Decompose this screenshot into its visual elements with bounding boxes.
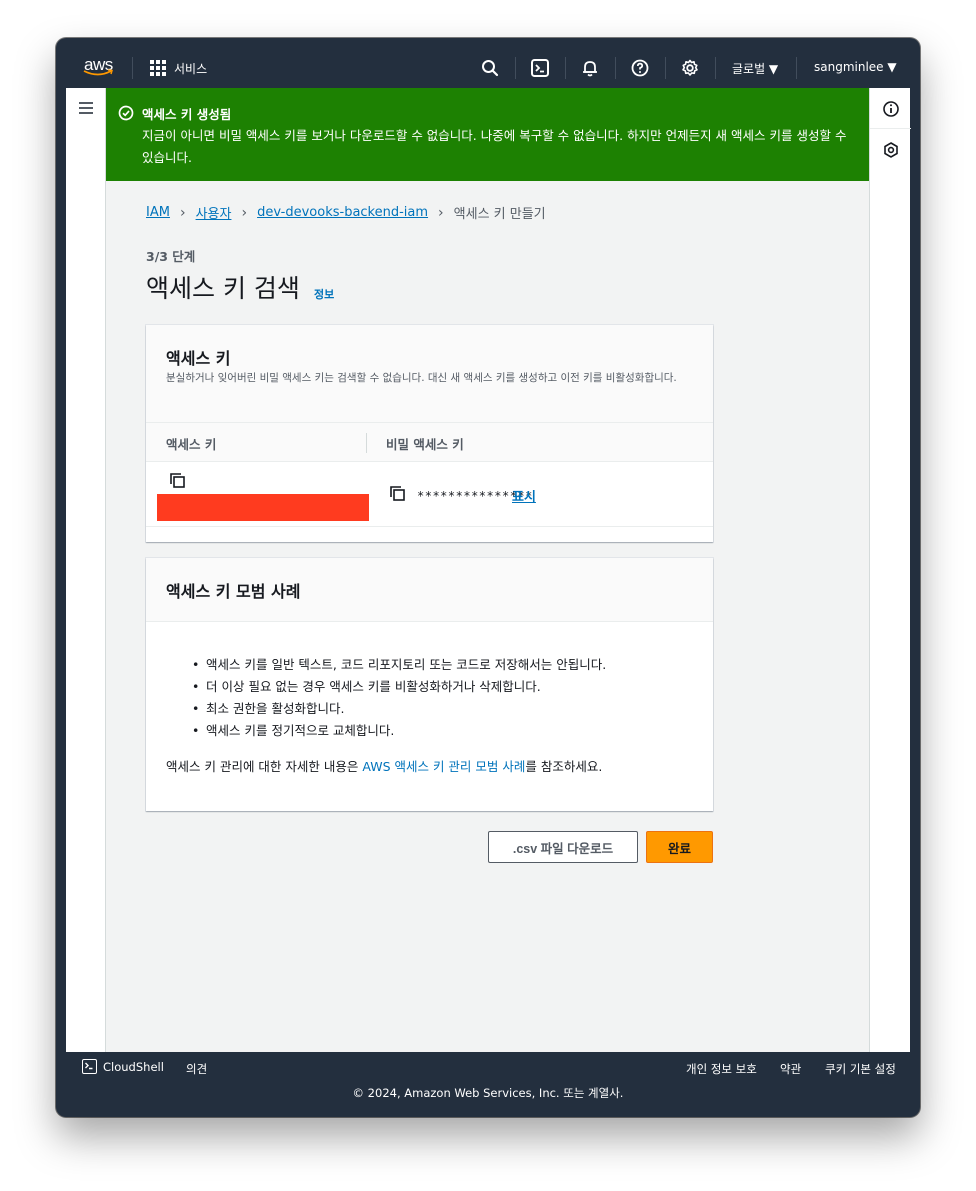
best-practices-footnote: 액세스 키 관리에 대한 자세한 내용은 AWS 액세스 키 관리 모범 사례를… [166,756,602,775]
column-secret-key: 비밀 액세스 키 [386,437,464,452]
grid-icon [150,60,166,76]
privacy-link[interactable]: 개인 정보 보호 [686,1061,757,1077]
page-title: 액세스 키 검색 [146,274,300,303]
cloudshell-label: CloudShell [103,1059,164,1074]
best-practices-card: 액세스 키 모범 사례 액세스 키를 일반 텍스트, 코드 리포지토리 또는 코… [146,558,713,811]
nav-divider [715,57,716,79]
help-icon[interactable] [629,57,651,79]
breadcrumb: IAM › 사용자 › dev-devooks-backend-iam › 액세… [146,203,546,223]
footnote-text: 를 참조하세요. [525,759,603,774]
hamburger-menu-icon[interactable] [79,102,93,114]
flash-title: 액세스 키 생성됨 [142,107,232,122]
card-header: 액세스 키 모범 사례 [146,558,713,622]
card-header: 액세스 키 분실하거나 잊어버린 비밀 액세스 키는 검색할 수 없습니다. 대… [146,325,713,423]
nav-divider [565,57,566,79]
step-indicator: 3/3 단계 [146,249,196,264]
download-csv-button[interactable]: .csv 파일 다운로드 [488,831,638,863]
access-key-card: 액세스 키 분실하거나 잊어버린 비밀 액세스 키는 검색할 수 없습니다. 대… [146,325,713,542]
gear-icon[interactable] [679,57,701,79]
column-access-key: 액세스 키 [166,437,217,452]
nav-divider [132,57,133,79]
chevron-right-icon: › [179,204,186,221]
panel-divider [870,128,911,129]
footer: CloudShell 의견 개인 정보 보호 약관 쿠키 기본 설정 © 202… [66,1052,910,1107]
terms-link[interactable]: 약관 [780,1061,801,1077]
info-icon[interactable] [882,100,900,118]
card-description: 분실하거나 잊어버린 비밀 액세스 키는 검색할 수 없습니다. 대신 새 액세… [166,372,677,384]
account-menu[interactable]: sangminlee ▼ [814,60,897,74]
bell-icon[interactable] [579,57,601,79]
services-label: 서비스 [174,61,208,76]
redacted-access-key [157,494,369,521]
aws-logo[interactable]: aws [83,53,117,81]
search-icon[interactable] [479,57,501,79]
cloudshell-button[interactable]: CloudShell [82,1059,164,1074]
right-utility-panel [869,88,911,1052]
cloudshell-icon[interactable] [529,57,551,79]
best-practices-list: 액세스 키를 일반 텍스트, 코드 리포지토리 또는 코드로 저장해서는 안됩니… [192,654,606,742]
list-item: 최소 권한을 활성화합니다. [192,698,606,720]
services-menu[interactable]: 서비스 [150,59,207,77]
footnote-text: 액세스 키 관리에 대한 자세한 내용은 [166,759,363,774]
column-divider [366,433,367,453]
success-flashbar: 액세스 키 생성됨 지금이 아니면 비밀 액세스 키를 보거나 다운로드할 수 … [106,88,869,181]
main-content: 액세스 키 생성됨 지금이 아니면 비밀 액세스 키를 보거나 다운로드할 수 … [106,88,869,1052]
nav-divider [615,57,616,79]
left-sidebar [66,88,106,1052]
browser-window: aws 서비스 글로벌 ▼ sangminlee ▼ 액세스 키 생성됨 지금이… [56,38,920,1117]
copy-icon[interactable] [389,485,407,503]
nav-divider [796,57,797,79]
cookie-settings-link[interactable]: 쿠키 기본 설정 [825,1061,896,1077]
nav-divider [665,57,666,79]
success-check-icon [118,105,134,121]
breadcrumb-users[interactable]: 사용자 [196,203,232,222]
nav-divider [515,57,516,79]
top-navigation: aws 서비스 글로벌 ▼ sangminlee ▼ [66,48,910,88]
done-button[interactable]: 완료 [646,831,713,863]
list-item: 액세스 키를 일반 텍스트, 코드 리포지토리 또는 코드로 저장해서는 안됩니… [192,654,606,676]
list-item: 액세스 키를 정기적으로 교체합니다. [192,720,606,742]
copy-icon[interactable] [169,472,187,490]
copyright: © 2024, Amazon Web Services, Inc. 또는 계열사… [352,1086,624,1100]
card-title: 액세스 키 [166,349,231,368]
aws-smile-icon [83,69,113,76]
best-practices-link[interactable]: AWS 액세스 키 관리 모범 사례 [362,759,525,774]
cloudshell-icon [82,1059,97,1074]
flash-message: 지금이 아니면 비밀 액세스 키를 보거나 다운로드할 수 없습니다. 나중에 … [142,128,847,165]
table-header: 액세스 키 비밀 액세스 키 [146,423,713,462]
breadcrumb-current: 액세스 키 만들기 [453,207,546,222]
list-item: 더 이상 필요 없는 경우 액세스 키를 비활성화하거나 삭제합니다. [192,676,606,698]
feedback-link[interactable]: 의견 [186,1061,207,1077]
info-link[interactable]: 정보 [314,286,334,302]
breadcrumb-user[interactable]: dev-devooks-backend-iam [257,205,428,220]
chevron-right-icon: › [241,204,248,221]
breadcrumb-iam[interactable]: IAM [146,205,170,220]
hexagon-icon[interactable] [882,141,900,159]
region-selector[interactable]: 글로벌 ▼ [732,60,778,77]
card-title: 액세스 키 모범 사례 [166,582,301,601]
chevron-right-icon: › [438,204,444,221]
show-secret-link[interactable]: 표시 [512,486,536,505]
